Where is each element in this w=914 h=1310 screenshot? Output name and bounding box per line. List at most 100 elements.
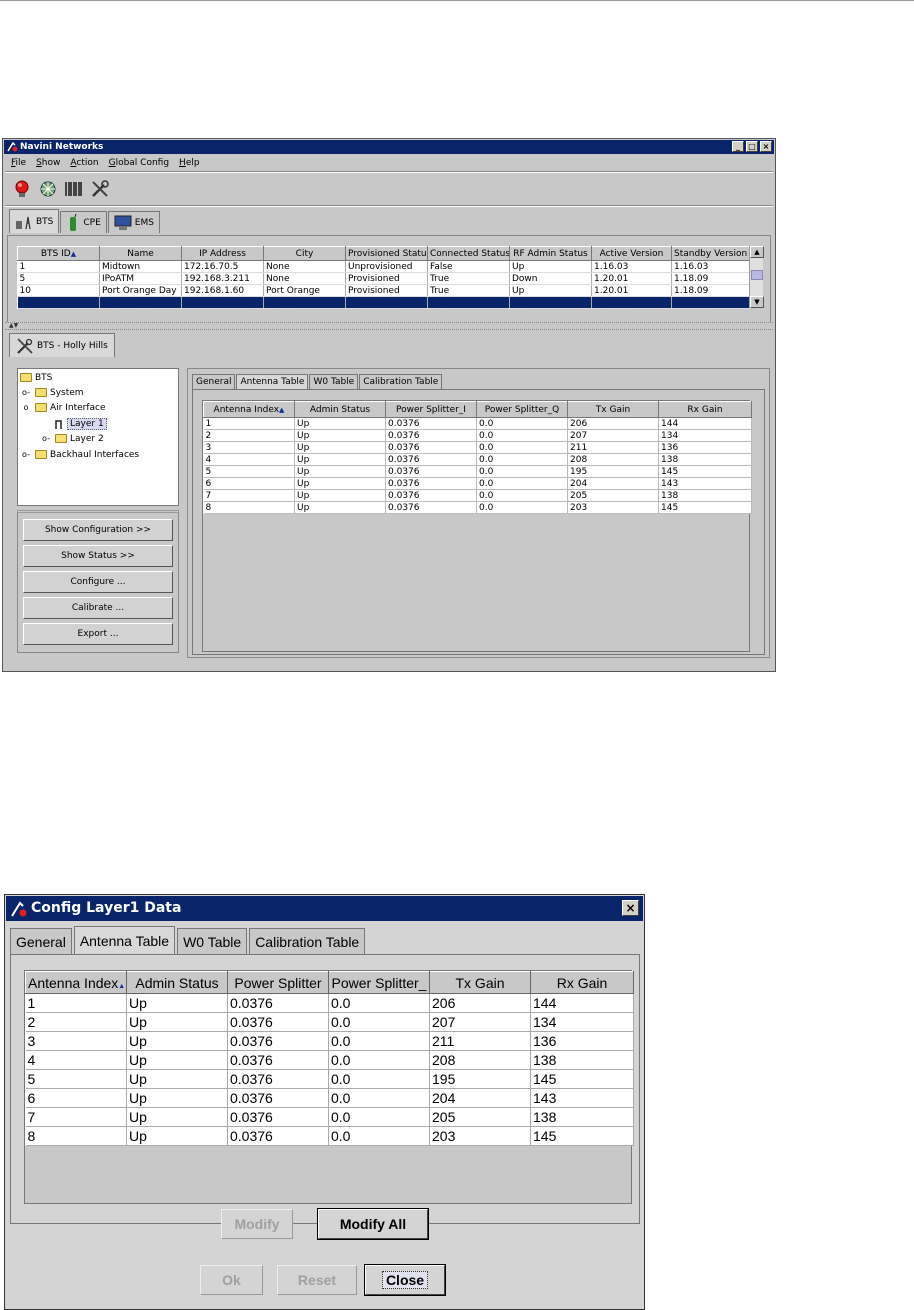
column-header[interactable]: City: [263, 246, 346, 261]
dialog-antenna-panel: Antenna Index▲ Admin Status Power Splitter…: [10, 954, 640, 1224]
column-header[interactable]: BTS ID▲: [17, 246, 100, 261]
show-status-button[interactable]: Show Status >>: [23, 545, 173, 567]
scroll-down-arrow-icon[interactable]: ▼: [750, 296, 764, 308]
column-header[interactable]: Tx Gain: [567, 401, 659, 418]
table-cell: 192.168.1.60: [181, 284, 264, 297]
modify-all-button[interactable]: Modify All: [317, 1208, 429, 1240]
show-configuration-button[interactable]: Show Configuration >>: [23, 519, 173, 541]
dialog-close-icon[interactable]: ×: [622, 900, 639, 916]
calibrate-button[interactable]: Calibrate ...: [23, 597, 173, 619]
column-header[interactable]: Tx Gain: [429, 971, 531, 994]
tree-node-bts[interactable]: BTS: [20, 371, 52, 384]
close-button[interactable]: ×: [760, 141, 772, 152]
table-row[interactable]: 1 Midtown 172.16.70.5 None Unprovisioned Fals…: [17, 260, 750, 273]
tab-w0-table[interactable]: W0 Table: [177, 928, 248, 954]
network-icon[interactable]: [37, 178, 59, 200]
table-row[interactable]: 5 Up 0.0376 0.0 195 145: [203, 465, 752, 478]
column-header[interactable]: Antenna Index▲: [203, 401, 295, 418]
tree-node-backhaul[interactable]: o- Backhaul Interfaces: [20, 448, 139, 461]
tab-antenna-table[interactable]: Antenna Table: [236, 374, 309, 389]
table-row[interactable]: 7 Up 0.0376 0.0 205 138: [203, 489, 752, 502]
column-header[interactable]: Power Splitter_I: [385, 401, 477, 418]
alarm-icon[interactable]: [11, 178, 33, 200]
close-dialog-button[interactable]: Close: [364, 1264, 446, 1296]
table-row[interactable]: 5 IPoATM 192.168.3.211 None Provisioned True D…: [17, 272, 750, 285]
column-header[interactable]: Power Splitter: [227, 971, 329, 994]
column-header[interactable]: Admin Status: [126, 971, 228, 994]
table-row[interactable]: 7 Up 0.0376 0.0 205 138: [25, 1107, 634, 1127]
table-row[interactable]: 20 Holly Hills 192.168.5.60 None Provisioned…: [17, 296, 750, 309]
column-header[interactable]: Provisioned Status: [345, 246, 428, 261]
table-row[interactable]: 2 Up 0.0376 0.0 207 134: [25, 1012, 634, 1032]
table-cell: Up: [294, 477, 386, 490]
collapse-handle-icon[interactable]: o: [20, 403, 32, 412]
table-row[interactable]: 2 Up 0.0376 0.0 207 134: [203, 429, 752, 442]
ok-button[interactable]: Ok: [200, 1265, 263, 1295]
tab-cpe[interactable]: CPE: [60, 211, 107, 233]
split-pane-divider[interactable]: ▲▼: [5, 322, 773, 330]
reset-button[interactable]: Reset: [277, 1265, 357, 1295]
tab-w0-table[interactable]: W0 Table: [309, 374, 359, 389]
table-row[interactable]: 4 Up 0.0376 0.0 208 138: [203, 453, 752, 466]
table-row[interactable]: 3 Up 0.0376 0.0 211 136: [25, 1031, 634, 1051]
menu-show[interactable]: Show: [36, 156, 60, 170]
tree-node-system[interactable]: o- System: [20, 386, 84, 399]
scroll-up-arrow-icon[interactable]: ▲: [750, 246, 764, 258]
tab-ems[interactable]: EMS: [107, 211, 160, 233]
tab-general[interactable]: General: [192, 374, 236, 389]
tree-node-layer1[interactable]: Layer 1: [54, 417, 107, 430]
bts-table-scrollbar[interactable]: ▲ ▼: [749, 246, 764, 308]
table-row[interactable]: 6 Up 0.0376 0.0 204 143: [203, 477, 752, 490]
tab-bts-holly-hills[interactable]: BTS - Holly Hills: [9, 333, 115, 357]
table-cell: 138: [658, 489, 752, 502]
column-header[interactable]: Power Splitter_: [328, 971, 430, 994]
table-cell: Holly Hills: [99, 296, 182, 309]
column-header[interactable]: Rx Gain: [530, 971, 634, 994]
menu-action[interactable]: Action: [70, 156, 98, 170]
column-header[interactable]: Connected Status: [427, 246, 510, 261]
column-header[interactable]: IP Address: [181, 246, 264, 261]
barcode-icon[interactable]: [63, 178, 85, 200]
table-row[interactable]: 3 Up 0.0376 0.0 211 136: [203, 441, 752, 454]
tab-calibration-table[interactable]: Calibration Table: [359, 374, 443, 389]
tools-icon[interactable]: [89, 178, 111, 200]
column-header[interactable]: RF Admin Status: [509, 246, 592, 261]
table-row[interactable]: 8 Up 0.0376 0.0 203 145: [203, 501, 752, 514]
sort-ascending-icon[interactable]: ▲: [118, 983, 125, 990]
tab-calibration-table[interactable]: Calibration Table: [249, 928, 366, 954]
menu-file[interactable]: File: [11, 156, 26, 170]
column-header[interactable]: Power Splitter_Q: [476, 401, 568, 418]
column-header[interactable]: Active Version: [591, 246, 672, 261]
scroll-thumb[interactable]: [751, 270, 763, 280]
menu-help[interactable]: Help: [179, 156, 200, 170]
sort-ascending-icon[interactable]: ▲: [71, 250, 76, 258]
tab-bts[interactable]: BTS: [9, 209, 60, 233]
export-button[interactable]: Export ...: [23, 623, 173, 645]
column-header[interactable]: Rx Gain: [658, 401, 752, 418]
maximize-button[interactable]: □: [746, 141, 758, 152]
column-header[interactable]: Admin Status: [294, 401, 386, 418]
table-row[interactable]: 6 Up 0.0376 0.0 204 143: [25, 1088, 634, 1108]
tab-antenna-table[interactable]: Antenna Table: [73, 926, 176, 954]
table-row[interactable]: 10 Port Orange Day 192.168.1.60 Port Orange…: [17, 284, 750, 297]
tab-general[interactable]: General: [10, 928, 72, 954]
expand-handle-icon[interactable]: o-: [20, 450, 32, 459]
table-row[interactable]: 1 Up 0.0376 0.0 206 144: [25, 993, 634, 1013]
menu-global-config[interactable]: Global Config: [109, 156, 169, 170]
column-header[interactable]: Name: [99, 246, 182, 261]
modify-button[interactable]: Modify: [221, 1209, 293, 1239]
expand-handle-icon[interactable]: o-: [40, 434, 52, 443]
table-row[interactable]: 5 Up 0.0376 0.0 195 145: [25, 1069, 634, 1089]
table-row[interactable]: 4 Up 0.0376 0.0 208 138: [25, 1050, 634, 1070]
configure-button[interactable]: Configure ...: [23, 571, 173, 593]
table-row[interactable]: 1 Up 0.0376 0.0 206 144: [203, 417, 752, 430]
column-header[interactable]: Standby Version: [671, 246, 750, 261]
table-row[interactable]: 8 Up 0.0376 0.0 203 145: [25, 1126, 634, 1146]
table-cell: 192.168.5.60: [181, 296, 264, 309]
column-header[interactable]: Antenna Index▲: [25, 971, 127, 994]
minimize-button[interactable]: _: [732, 141, 744, 152]
sort-ascending-icon[interactable]: ▲: [279, 406, 284, 414]
tree-node-air-interface[interactable]: o Air Interface: [20, 401, 106, 414]
expand-handle-icon[interactable]: o-: [20, 388, 32, 397]
tree-node-layer2[interactable]: o- Layer 2: [40, 432, 104, 445]
